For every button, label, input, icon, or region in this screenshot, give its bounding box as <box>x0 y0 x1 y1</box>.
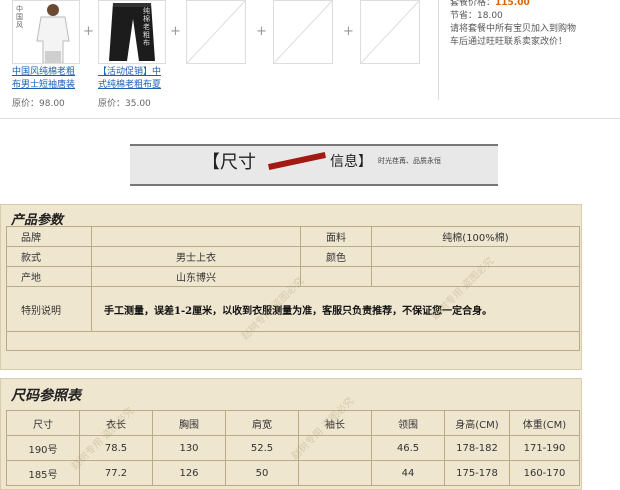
table-cell: 50 <box>225 460 299 486</box>
banner-title-b: 信息】 <box>330 154 372 170</box>
table-cell: 178-182 <box>444 435 510 461</box>
table-row <box>6 331 580 351</box>
product-thumbnail[interactable]: 中国风 <box>12 0 80 64</box>
table-cell: 160-170 <box>509 460 580 486</box>
table-row: 品牌 面料 纯棉(100%棉) <box>6 226 580 247</box>
col-header-text: 身高 <box>455 419 476 431</box>
param-value: 纯棉(100%棉) <box>371 226 580 247</box>
size-chart-table: 尺寸 衣长 胸围 肩宽 袖长 领围 身高(CM) 体重(CM) 190号 78.… <box>6 410 580 486</box>
empty-slot <box>273 0 333 64</box>
plus-sign: + <box>343 24 354 39</box>
table-cell <box>298 460 372 486</box>
save-amount: 18.00 <box>477 11 503 21</box>
combo-product-1[interactable]: 中国风 中国风纯棉老粗布男士短袖唐装 原价：98.00 <box>12 0 80 109</box>
param-value: 山东博兴 <box>91 266 301 287</box>
product-name-link[interactable]: 【活动促销】中式纯棉老粗布夏 <box>98 66 166 92</box>
banner-slogan: 时光荏苒、品质永恒 <box>378 157 441 165</box>
table-header-row: 尺寸 衣长 胸围 肩宽 袖长 领围 身高(CM) 体重(CM) <box>6 410 580 436</box>
col-header-text: 体重 <box>522 419 543 431</box>
table-cell: 190号 <box>6 435 80 461</box>
product-thumbnail[interactable]: 纯棉老粗布 <box>98 0 166 64</box>
col-header-unit: (CM) <box>475 419 499 431</box>
table-row: 款式 男士上衣 颜色 <box>6 246 580 267</box>
thumb-mark: 纯棉老粗布 <box>143 7 150 47</box>
table-cell: 185号 <box>6 460 80 486</box>
col-header: 肩宽 <box>225 410 299 436</box>
param-value: 男士上衣 <box>91 246 301 267</box>
table-cell: 175-178 <box>444 460 510 486</box>
plus-sign: + <box>83 24 94 39</box>
table-cell: 52.5 <box>225 435 299 461</box>
product-name-link[interactable]: 中国风纯棉老粗布男士短袖唐装 <box>12 66 80 92</box>
param-key: 品牌 <box>6 226 92 247</box>
table-row: 185号 77.2 126 50 44 175-178 160-170 <box>6 460 580 486</box>
table-cell: 171-190 <box>509 435 580 461</box>
table-row: 190号 78.5 130 52.5 46.5 178-182 171-190 <box>6 435 580 461</box>
param-key <box>300 266 372 287</box>
param-key: 面料 <box>300 226 372 247</box>
param-value <box>371 266 580 287</box>
col-header: 身高(CM) <box>444 410 510 436</box>
size-chart-title: 尺码参照表 <box>11 388 81 404</box>
package-price: 115.00 <box>495 0 530 8</box>
table-cell: 126 <box>152 460 226 486</box>
plus-sign: + <box>170 24 181 39</box>
params-table: 品牌 面料 纯棉(100%棉) 款式 男士上衣 颜色 产地 山东博兴 特别说明 … <box>6 226 580 351</box>
empty-cell <box>6 331 580 351</box>
col-header: 尺寸 <box>6 410 80 436</box>
package-note: 请将套餐中所有宝贝加入到购物车后通过旺旺联系卖家改价！ <box>450 24 577 47</box>
empty-slot <box>360 0 420 64</box>
col-header: 体重(CM) <box>509 410 580 436</box>
param-value <box>91 226 301 247</box>
col-header: 袖长 <box>298 410 372 436</box>
table-cell: 130 <box>152 435 226 461</box>
package-info: 套餐价格：115.00 节省：18.00 请将套餐中所有宝贝加入到购物车后通过旺… <box>450 0 580 49</box>
ink-brush-background <box>130 144 498 186</box>
empty-slot <box>186 0 246 64</box>
col-header: 领围 <box>371 410 445 436</box>
plus-sign: + <box>256 24 267 39</box>
col-header: 衣长 <box>79 410 153 436</box>
thumb-mark: 中国风 <box>16 5 23 29</box>
table-row: 特别说明 手工测量，误差1-2厘米，以收到衣服测量为准，客服只负责推荐，不保证您… <box>6 286 580 332</box>
combo-product-2[interactable]: 纯棉老粗布 【活动促销】中式纯棉老粗布夏 原价：35.00 <box>98 0 166 109</box>
package-price-label: 套餐价格： <box>450 0 496 8</box>
pants-image <box>109 3 155 61</box>
table-cell <box>298 435 372 461</box>
note-label: 特别说明 <box>6 286 92 332</box>
note-text: 手工测量，误差1-2厘米，以收到衣服测量为准，客服只负责推荐，不保证您一定合身。 <box>91 286 580 332</box>
table-cell: 77.2 <box>79 460 153 486</box>
param-value <box>371 246 580 267</box>
combo-package: 中国风 中国风纯棉老粗布男士短袖唐装 原价：98.00 + 纯棉老粗布 【活动促… <box>0 0 620 119</box>
size-info-banner: 【尺寸 信息】 时光荏苒、品质永恒 <box>130 136 498 188</box>
param-key: 款式 <box>6 246 92 267</box>
divider <box>438 0 439 100</box>
product-price: 原价：35.00 <box>98 99 151 109</box>
table-cell: 78.5 <box>79 435 153 461</box>
product-price: 原价：98.00 <box>12 99 65 109</box>
table-row: 产地 山东博兴 <box>6 266 580 287</box>
table-cell: 46.5 <box>371 435 445 461</box>
table-cell: 44 <box>371 460 445 486</box>
param-key: 颜色 <box>300 246 372 267</box>
save-label: 节省： <box>450 11 478 21</box>
col-header: 胸围 <box>152 410 226 436</box>
col-header-unit: (CM) <box>542 419 567 431</box>
banner-title-a: 【尺寸 <box>202 152 256 173</box>
param-key: 产地 <box>6 266 92 287</box>
